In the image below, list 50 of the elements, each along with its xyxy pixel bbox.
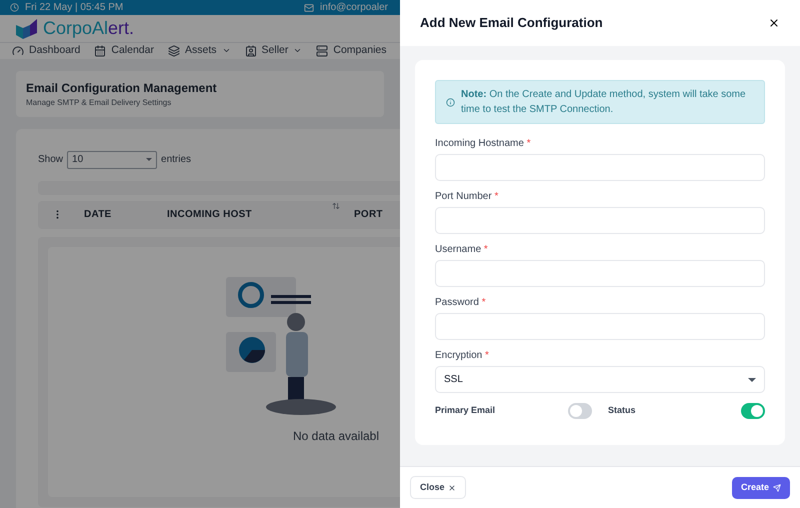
input-field[interactable] xyxy=(435,154,765,181)
calendar-icon xyxy=(94,44,106,57)
close-icon xyxy=(448,484,456,492)
field-label: Incoming Hostname * xyxy=(435,137,532,151)
logo-icon xyxy=(15,16,39,40)
field-label: Username * xyxy=(435,243,489,257)
column-header[interactable]: DATE xyxy=(84,207,112,222)
field-label: Password * xyxy=(435,296,487,310)
layers-icon xyxy=(168,44,180,57)
input-field[interactable] xyxy=(435,260,765,287)
column-header[interactable]: PORT xyxy=(354,207,383,222)
nav-link[interactable]: Seller xyxy=(244,43,302,59)
create-button[interactable]: Create xyxy=(732,476,790,498)
email-address: info@corpoaler xyxy=(320,1,389,15)
send-icon xyxy=(773,484,781,492)
server-icon xyxy=(316,44,328,57)
field-label: Port Number * xyxy=(435,190,500,204)
page-size-select[interactable]: 10 xyxy=(67,150,158,169)
input-field[interactable] xyxy=(435,207,765,234)
info-icon xyxy=(446,98,455,107)
contact-card-icon xyxy=(244,44,257,57)
toggle-switch[interactable] xyxy=(568,403,592,419)
sort-icon[interactable] xyxy=(332,202,340,210)
logo-text: CorpoAlert. xyxy=(43,17,134,40)
date-time: Fri 22 May | 05:45 PM xyxy=(25,1,124,15)
gauge-icon xyxy=(12,44,24,57)
show-label: Show xyxy=(38,153,64,168)
drawer-title: Add New Email Configuration xyxy=(420,14,603,32)
clock-icon xyxy=(10,3,19,12)
field-label: Encryption * xyxy=(435,349,490,363)
toggle-label: Status xyxy=(608,404,636,418)
nav-link[interactable]: Calendar xyxy=(94,43,154,59)
note-text: Note: On the Create and Update method, system will take some time to test the SMTP Connection. xyxy=(461,88,747,117)
empty-message: No data availabl xyxy=(292,428,380,445)
nav-link[interactable]: Companies xyxy=(316,43,386,59)
caret-icon xyxy=(146,158,152,162)
input-field[interactable] xyxy=(435,313,765,340)
close-icon[interactable] xyxy=(768,17,780,29)
column-header[interactable]: INCOMING HOST xyxy=(167,207,252,222)
nav-link[interactable]: Assets xyxy=(168,43,231,59)
caret-icon xyxy=(748,378,756,382)
close-button[interactable]: Close xyxy=(410,476,466,499)
entries-label: entries xyxy=(161,153,192,168)
nav-link[interactable]: Dashboard xyxy=(12,43,80,59)
toggle-switch[interactable] xyxy=(741,403,765,419)
encryption-select[interactable]: SSL xyxy=(435,366,765,393)
page-subtitle: Manage SMTP & Email Delivery Settings xyxy=(26,96,172,109)
mail-icon xyxy=(304,2,314,12)
toggle-label: Primary Email xyxy=(435,404,496,418)
page-title: Email Configuration Management xyxy=(26,80,218,97)
